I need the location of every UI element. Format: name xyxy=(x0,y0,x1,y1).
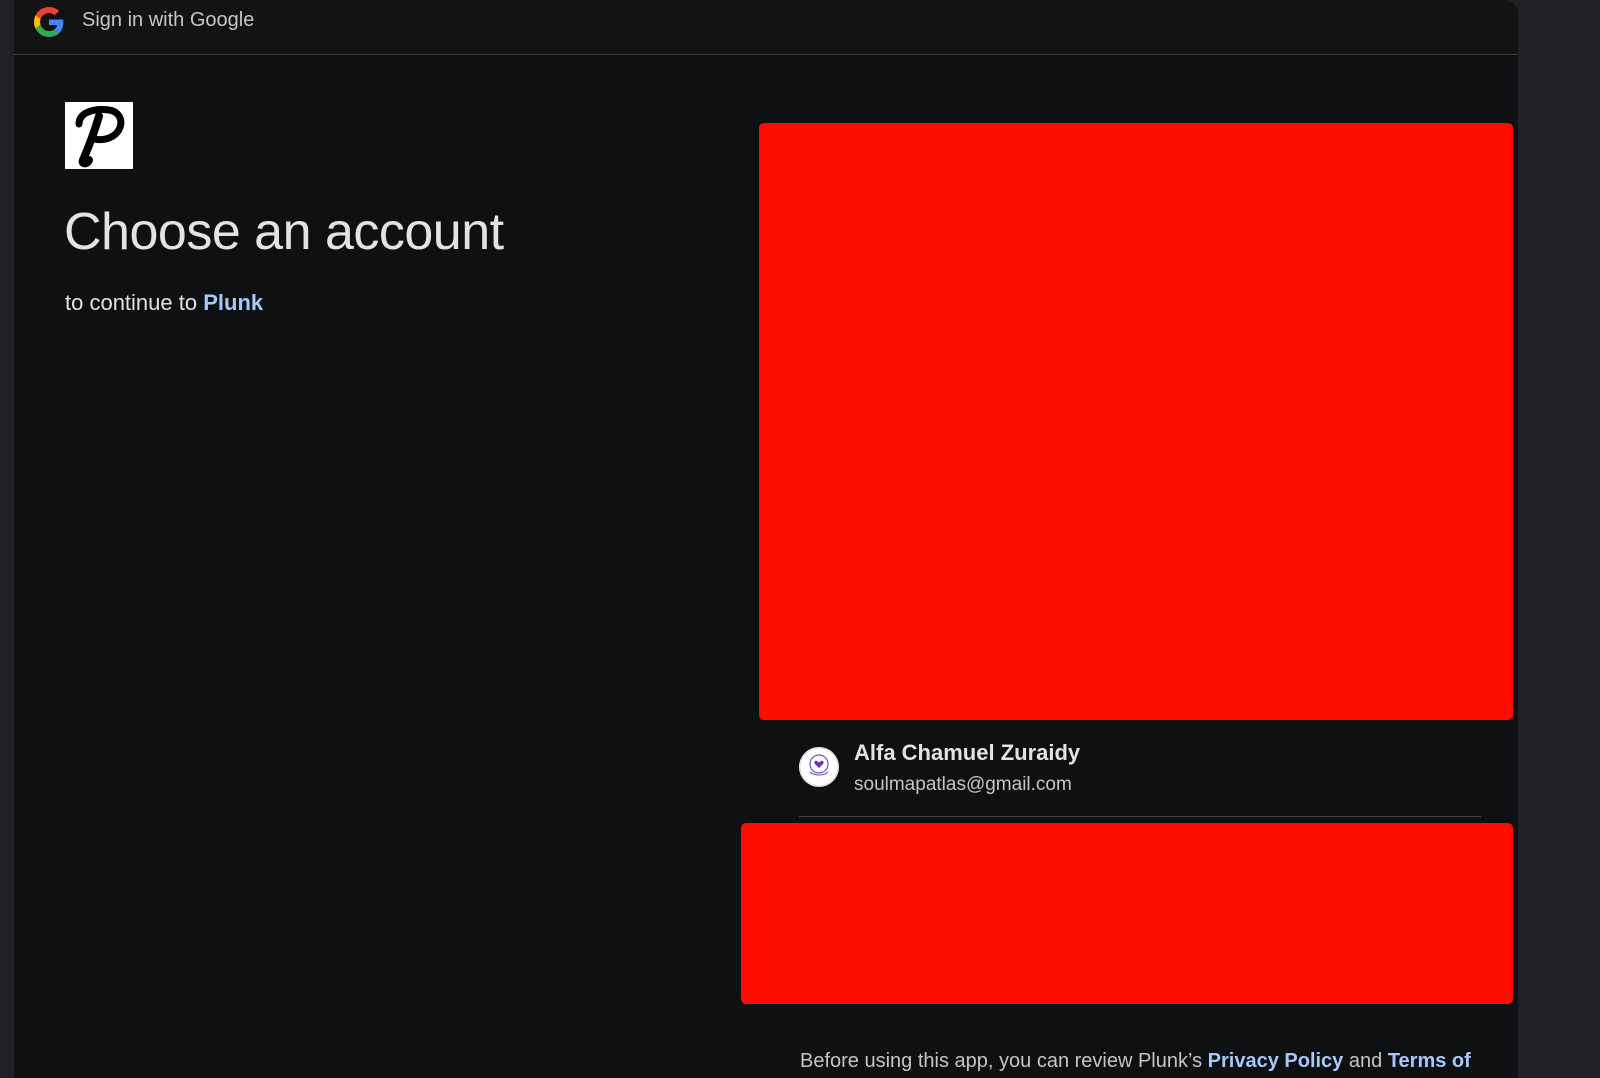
subtitle-prefix: to continue to xyxy=(65,290,198,315)
footer-notice: Before using this app, you can review Pl… xyxy=(800,1050,1471,1073)
app-name-link[interactable]: Plunk xyxy=(203,290,263,315)
titlebar-title: Sign in with Google xyxy=(82,9,255,31)
page-title: Choose an account xyxy=(64,203,504,261)
google-g-icon xyxy=(34,7,64,37)
sign-in-window: Sign in with Google Choose an account to… xyxy=(14,0,1518,1078)
redacted-block-bottom xyxy=(741,823,1513,1004)
footer-and: and xyxy=(1348,1050,1383,1072)
account-item[interactable]: Alfa Chamuel Zuraidy soulmapatlas@gmail.… xyxy=(799,730,1481,817)
plunk-p-icon xyxy=(75,106,125,168)
footer-text: Before using this app, you can review Pl… xyxy=(800,1050,1203,1072)
soul-map-atlas-avatar-icon xyxy=(799,747,839,787)
privacy-policy-link[interactable]: Privacy Policy xyxy=(1208,1050,1344,1072)
titlebar: Sign in with Google xyxy=(14,0,1518,55)
account-email: soulmapatlas@gmail.com xyxy=(854,774,1072,795)
side-gutter xyxy=(1518,0,1600,1078)
account-name: Alfa Chamuel Zuraidy xyxy=(854,740,1081,765)
plunk-logo xyxy=(65,102,133,169)
page-subtitle: to continue to Plunk xyxy=(65,290,263,316)
terms-link[interactable]: Terms of xyxy=(1388,1050,1471,1072)
account-avatar xyxy=(799,747,839,787)
redacted-block-top xyxy=(759,123,1513,720)
